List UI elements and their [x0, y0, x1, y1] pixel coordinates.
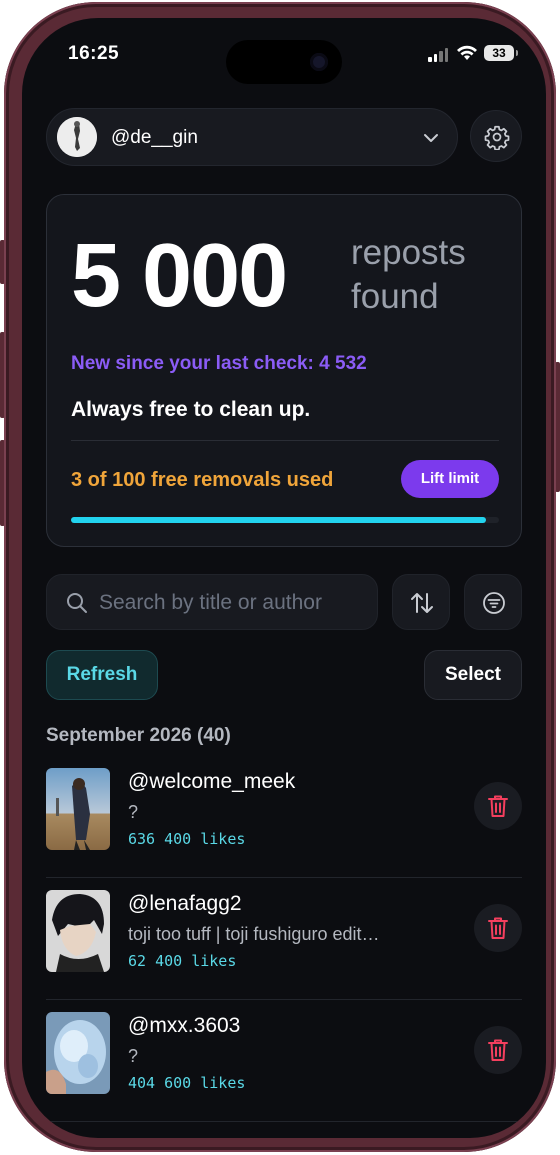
repost-title: ? — [128, 1046, 139, 1066]
settings-button[interactable] — [470, 110, 522, 162]
trash-icon — [488, 795, 508, 817]
divider — [71, 440, 499, 441]
delete-button[interactable] — [474, 782, 522, 830]
reposts-count: 5 000 — [71, 226, 288, 326]
repost-author: @mxx.3603 — [128, 1014, 241, 1037]
search-input[interactable] — [99, 589, 359, 617]
avatar — [57, 117, 97, 157]
wifi-icon — [457, 45, 477, 60]
section-title: September 2026 (40) — [46, 725, 231, 746]
summary-card: 5 000 reposts found New since your last … — [46, 194, 522, 547]
video-thumbnail — [46, 1012, 110, 1094]
battery-icon: 33 — [484, 45, 518, 61]
signal-icon — [428, 48, 448, 62]
trash-icon — [488, 917, 508, 939]
chevron-down-icon — [424, 134, 438, 142]
filter-icon — [483, 592, 505, 614]
repost-title: toji too tuff | toji fushiguro edit… — [128, 924, 380, 944]
search-icon — [67, 593, 87, 613]
removals-used-text: 3 of 100 free removals used — [71, 469, 334, 491]
repost-author: @lenafagg2 — [128, 892, 242, 915]
sort-icon — [411, 593, 433, 613]
new-since-text: New since your last check: 4 532 — [71, 353, 367, 374]
video-thumbnail — [46, 768, 110, 850]
gear-icon — [484, 125, 510, 150]
sort-button[interactable] — [392, 574, 450, 630]
list-item[interactable]: @welcome_meek ? 636 400 likes — [46, 756, 522, 878]
delete-button[interactable] — [474, 904, 522, 952]
refresh-button[interactable]: Refresh — [46, 650, 158, 700]
list-item[interactable]: @mxx.3603 ? 404 600 likes — [46, 1000, 522, 1122]
app-screen: 16:25 33 @de__gin 5 000 reposts found Ne… — [22, 18, 546, 1138]
usage-progress-fill — [71, 517, 487, 523]
delete-button[interactable] — [474, 1026, 522, 1074]
phone-frame: 16:25 33 @de__gin 5 000 reposts found Ne… — [4, 2, 556, 1152]
reposts-unit: reposts found — [351, 233, 466, 316]
front-camera — [310, 53, 328, 71]
free-cleanup-text: Always free to clean up. — [71, 398, 311, 421]
repost-likes: 62 400 likes — [128, 952, 237, 970]
repost-likes: 636 400 likes — [128, 830, 246, 848]
list-item[interactable]: @lenafagg2 toji too tuff | toji fushigur… — [46, 878, 522, 1000]
search-bar — [46, 574, 378, 630]
repost-likes: 404 600 likes — [128, 1074, 246, 1092]
repost-title: ? — [128, 802, 139, 822]
status-time: 16:25 — [68, 43, 120, 64]
usage-progress-bar — [71, 517, 499, 523]
repost-author: @welcome_meek — [128, 770, 296, 793]
account-handle: @de__gin — [111, 127, 198, 148]
filter-button[interactable] — [464, 574, 522, 630]
account-switcher[interactable]: @de__gin — [46, 108, 458, 166]
lift-limit-button[interactable]: Lift limit — [401, 460, 499, 498]
trash-icon — [488, 1039, 508, 1061]
video-thumbnail — [46, 890, 110, 972]
dynamic-island — [226, 40, 342, 84]
select-button[interactable]: Select — [424, 650, 522, 700]
